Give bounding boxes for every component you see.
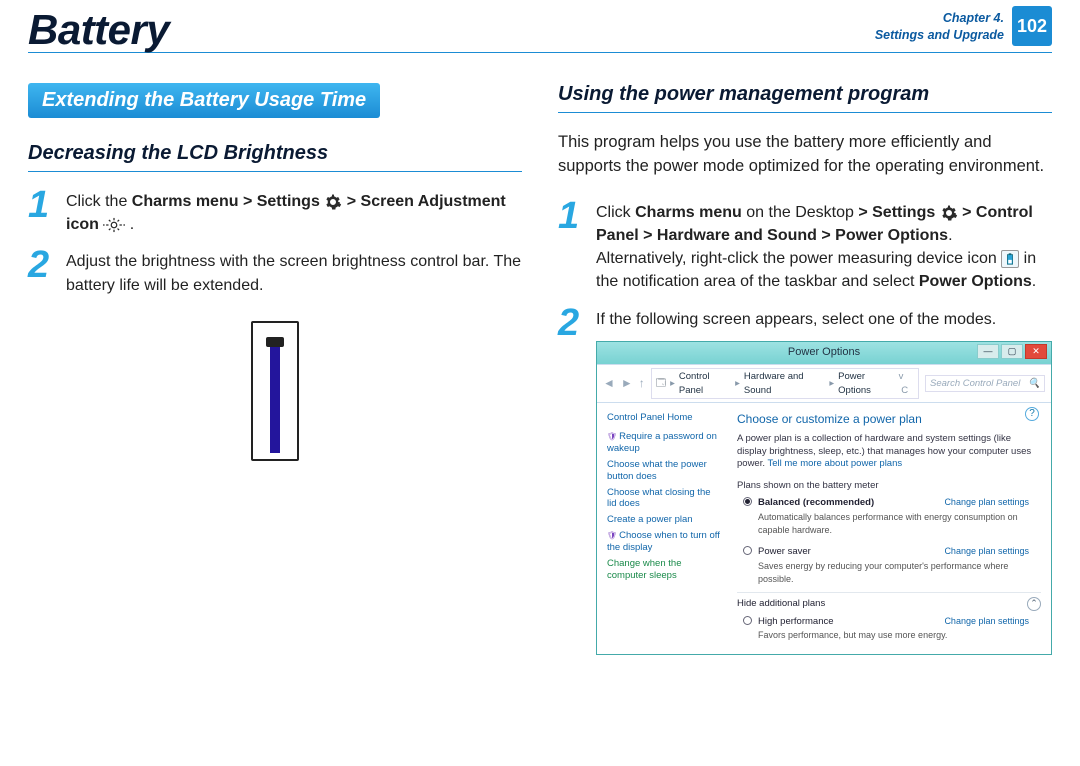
step-number: 1: [558, 197, 584, 294]
left-step-2: 2 Adjust the brightness with the screen …: [28, 250, 522, 296]
right-step-1: 1 Click Charms menu on the Desktop > Set…: [558, 201, 1052, 294]
minimize-button[interactable]: —: [977, 344, 999, 359]
text: .: [1032, 273, 1036, 290]
intro-text: This program helps you use the battery m…: [558, 131, 1052, 179]
crumb-item[interactable]: Power Options: [838, 370, 895, 398]
step-text: If the following screen appears, select …: [596, 308, 1052, 331]
text: .: [948, 227, 952, 244]
plan-desc: Saves energy by reducing your computer's…: [758, 560, 1041, 586]
radio-selected-icon[interactable]: [743, 497, 752, 506]
left-column: Extending the Battery Usage Time Decreas…: [28, 83, 522, 669]
brightness-figure: [28, 321, 522, 461]
right-column: Using the power management program This …: [558, 83, 1052, 669]
close-button[interactable]: ✕: [1025, 344, 1047, 359]
bold-segment: Charms menu: [635, 204, 742, 221]
text: .: [125, 216, 134, 233]
sidebar-link[interactable]: Change when the computer sleeps: [607, 558, 721, 582]
main-heading: Choose or customize a power plan: [737, 411, 1041, 428]
sidebar-link[interactable]: Choose when to turn off the display: [607, 530, 721, 554]
page-number-badge: 102: [1012, 6, 1052, 46]
window-title: Power Options: [788, 345, 860, 361]
section-label: Plans shown on the battery meter: [737, 479, 1041, 493]
subheading-rule: [558, 112, 1052, 113]
plan-desc: Favors performance, but may use more ene…: [758, 629, 1041, 642]
sidebar-home[interactable]: Control Panel Home: [607, 411, 721, 425]
main-panel: ? Choose or customize a power plan A pow…: [727, 403, 1051, 654]
radio-icon[interactable]: [743, 616, 752, 625]
chapter-line1: Chapter 4.: [875, 10, 1004, 27]
text: Click the: [66, 193, 132, 210]
collapse-icon[interactable]: ⌃: [1027, 597, 1041, 611]
step-number: 1: [28, 186, 54, 236]
page-title: Battery: [28, 6, 169, 54]
brightness-icon: [103, 216, 125, 234]
chapter-line2: Settings and Upgrade: [875, 27, 1004, 44]
window-navbar: ◄ ► ↑ 🗔▸ Control Panel▸ Hardware and Sou…: [597, 364, 1051, 404]
sidebar-link[interactable]: Choose what the power button does: [607, 459, 721, 483]
nav-back-icon[interactable]: ◄: [603, 375, 615, 392]
main-description: A power plan is a collection of hardware…: [737, 433, 1041, 471]
search-input[interactable]: Search Control Panel🔍: [925, 375, 1045, 393]
learn-more-link[interactable]: Tell me more about power plans: [767, 458, 902, 469]
bold-segment: Power Options: [919, 273, 1032, 290]
step-number: 2: [28, 246, 54, 296]
brightness-slider-box: [251, 321, 299, 461]
section-banner: Extending the Battery Usage Time: [28, 83, 380, 118]
maximize-button[interactable]: ▢: [1001, 344, 1023, 359]
sidebar-link[interactable]: Create a power plan: [607, 514, 721, 526]
power-options-window: Power Options — ▢ ✕ ◄ ► ↑: [596, 341, 1052, 656]
brightness-slider-bar: [270, 343, 280, 453]
power-meter-icon: [1001, 250, 1019, 268]
radio-icon[interactable]: [743, 546, 752, 555]
sidebar: Control Panel Home Require a password on…: [597, 403, 727, 654]
step-number: 2: [558, 304, 584, 656]
right-step-2: 2 If the following screen appears, selec…: [558, 308, 1052, 656]
breadcrumb[interactable]: 🗔▸ Control Panel▸ Hardware and Sound▸ Po…: [651, 368, 919, 400]
text: on the Desktop: [742, 204, 859, 221]
subheading-power: Using the power management program: [558, 83, 1052, 106]
gear-icon: [940, 204, 958, 222]
plan-desc: Automatically balances performance with …: [758, 511, 1041, 537]
search-icon: 🔍: [1028, 377, 1040, 391]
change-plan-link[interactable]: Change plan settings: [944, 496, 1029, 509]
crumb-item[interactable]: Control Panel: [679, 370, 731, 398]
change-plan-link[interactable]: Change plan settings: [944, 615, 1029, 628]
subheading-rule: [28, 171, 522, 172]
text: Click: [596, 204, 635, 221]
crumb-item[interactable]: Hardware and Sound: [744, 370, 825, 398]
sidebar-link[interactable]: Choose what closing the lid does: [607, 487, 721, 511]
left-step-1: 1 Click the Charms menu > Settings > Scr…: [28, 190, 522, 236]
step-text: Adjust the brightness with the screen br…: [66, 250, 522, 296]
subheading-lcd: Decreasing the LCD Brightness: [28, 142, 522, 165]
change-plan-link[interactable]: Change plan settings: [944, 545, 1029, 558]
gear-icon: [324, 193, 342, 211]
bold-segment: Charms menu > Settings: [132, 193, 325, 210]
header-rule: [28, 52, 1052, 53]
text: Alternatively, right-click the power mea…: [596, 250, 1001, 267]
nav-forward-icon[interactable]: ►: [621, 375, 633, 392]
nav-up-icon[interactable]: ↑: [639, 375, 645, 392]
crumb-icon: 🗔: [656, 377, 666, 391]
chapter-box: Chapter 4. Settings and Upgrade 102: [875, 6, 1052, 46]
hide-additional-plans[interactable]: Hide additional plans ⌃: [737, 592, 1041, 611]
window-titlebar: Power Options — ▢ ✕: [597, 342, 1051, 364]
sidebar-link[interactable]: Require a password on wakeup: [607, 431, 721, 455]
bold-segment: > Settings: [858, 204, 939, 221]
